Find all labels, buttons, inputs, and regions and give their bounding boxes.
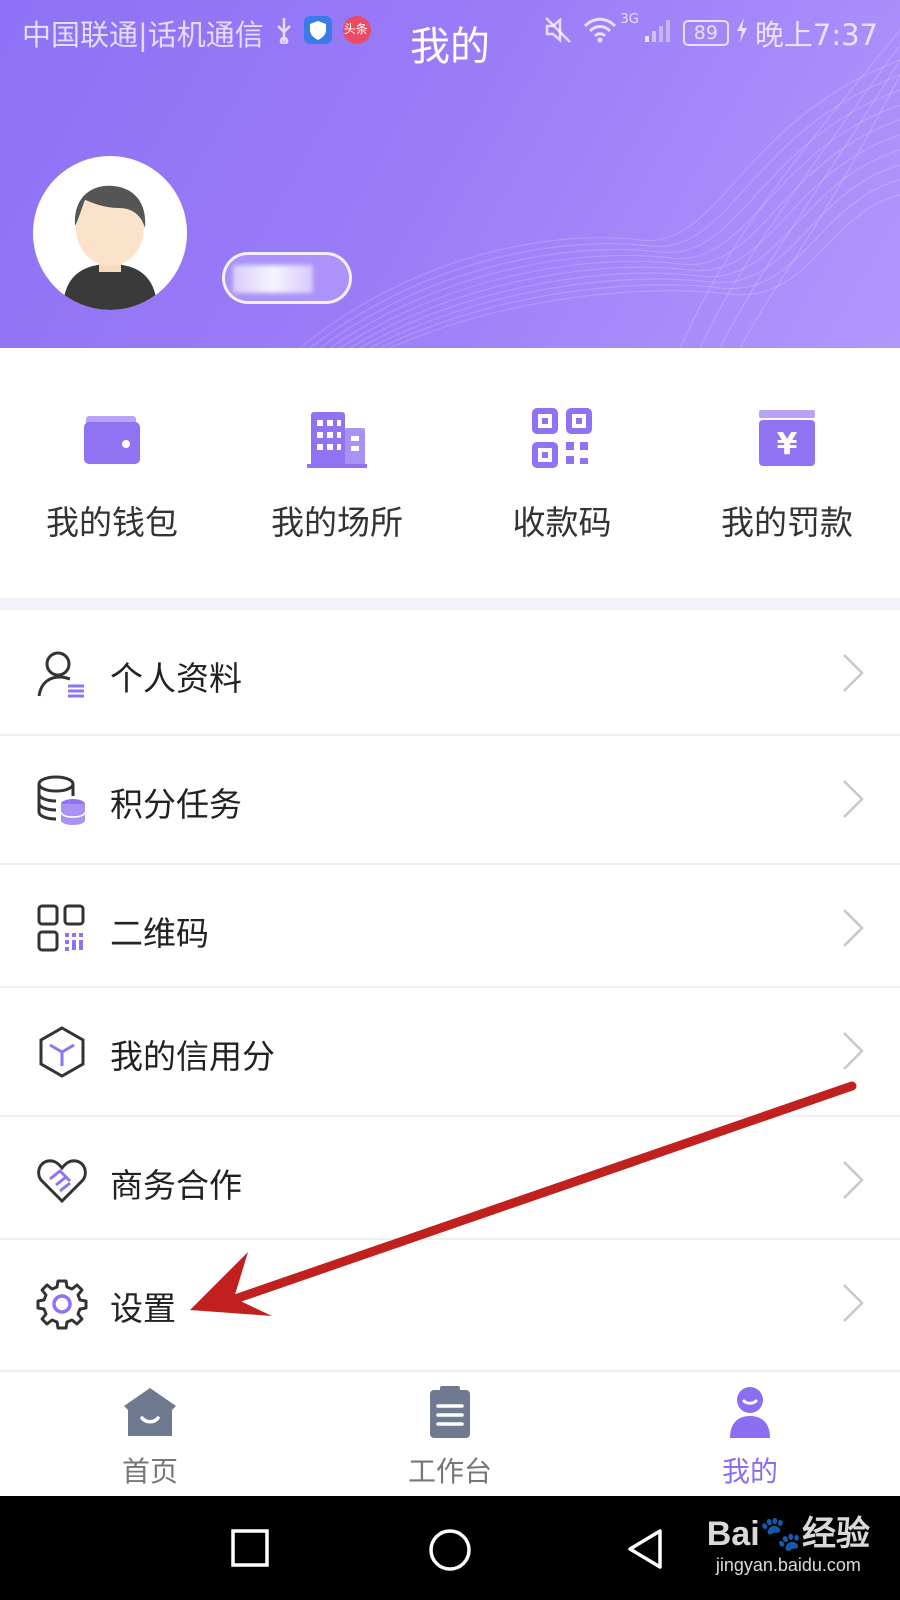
section-divider bbox=[0, 598, 900, 610]
avatar-person-icon bbox=[33, 156, 187, 310]
chevron-right-icon bbox=[843, 1032, 864, 1070]
menu-item-settings[interactable]: 设置 bbox=[0, 1240, 900, 1364]
chevron-right-icon bbox=[843, 909, 864, 947]
person-icon bbox=[730, 1387, 770, 1438]
wallet-icon bbox=[84, 416, 140, 464]
coin-stack-icon bbox=[37, 775, 86, 825]
chevron-right-icon bbox=[843, 1161, 864, 1199]
quick-action-label: 收款码 bbox=[512, 503, 612, 542]
tab-label: 我的 bbox=[721, 1455, 778, 1488]
watermark-main: Bai🐾经验 bbox=[706, 1515, 870, 1553]
chevron-right-icon bbox=[843, 780, 864, 818]
profile-header: 中国联通|话机通信 头条 3G 89 晚上7:37 我的 bbox=[0, 0, 900, 348]
chevron-right-icon bbox=[843, 1284, 864, 1322]
tab-label: 工作台 bbox=[407, 1455, 492, 1488]
menu-item-qr-code[interactable]: 二维码 bbox=[0, 865, 900, 988]
cube-icon bbox=[39, 1026, 85, 1078]
home-icon bbox=[124, 1388, 176, 1436]
avatar[interactable] bbox=[33, 156, 187, 310]
quick-action-label: 我的钱包 bbox=[46, 503, 178, 542]
handshake-heart-icon bbox=[37, 1159, 87, 1204]
page-title: 我的 bbox=[410, 24, 490, 70]
username-field[interactable] bbox=[222, 252, 352, 304]
menu-list: 个人资料 积分任务 二维码 我的信用分 商务合作 设置 bbox=[0, 610, 900, 1364]
quick-action-fines[interactable]: ¥ 我的罚款 bbox=[687, 406, 887, 544]
username-blurred bbox=[233, 265, 313, 293]
menu-item-label: 商务合作 bbox=[110, 1166, 242, 1205]
baidu-watermark: Bai🐾经验 jingyan.baidu.com bbox=[707, 1506, 870, 1576]
quick-action-label: 我的场所 bbox=[271, 503, 403, 542]
bottom-tab-bar: 首页 工作台 我的 bbox=[0, 1370, 900, 1496]
menu-item-label: 二维码 bbox=[110, 914, 209, 953]
quick-action-venue[interactable]: 我的场所 bbox=[237, 406, 437, 544]
chevron-right-icon bbox=[843, 654, 864, 692]
quick-action-wallet[interactable]: 我的钱包 bbox=[12, 406, 212, 544]
menu-item-label: 个人资料 bbox=[110, 659, 242, 698]
home-circle-icon[interactable] bbox=[426, 1526, 474, 1574]
tab-home[interactable]: 首页 bbox=[50, 1384, 250, 1490]
gear-icon bbox=[36, 1279, 88, 1330]
watermark-sub: jingyan.baidu.com bbox=[715, 1555, 861, 1575]
svg-text:¥: ¥ bbox=[777, 427, 798, 462]
recent-apps-icon[interactable] bbox=[228, 1526, 272, 1570]
clipboard-icon bbox=[430, 1386, 470, 1438]
back-triangle-icon[interactable] bbox=[624, 1526, 670, 1572]
tab-workbench[interactable]: 工作台 bbox=[350, 1384, 550, 1490]
yuan-fine-icon: ¥ bbox=[759, 410, 815, 466]
menu-item-label: 积分任务 bbox=[110, 785, 242, 824]
tab-label: 首页 bbox=[121, 1455, 178, 1488]
tab-mine[interactable]: 我的 bbox=[650, 1384, 850, 1490]
menu-item-profile[interactable]: 个人资料 bbox=[0, 610, 900, 736]
quick-action-payment-code[interactable]: 收款码 bbox=[462, 406, 662, 544]
menu-item-label: 我的信用分 bbox=[110, 1037, 275, 1076]
system-navigation-bar: Bai🐾经验 jingyan.baidu.com bbox=[0, 1496, 900, 1600]
qr-code-icon bbox=[532, 408, 592, 468]
building-icon bbox=[307, 412, 367, 468]
qr-grid-icon bbox=[37, 904, 85, 952]
quick-action-label: 我的罚款 bbox=[721, 503, 853, 542]
menu-item-credit-score[interactable]: 我的信用分 bbox=[0, 988, 900, 1117]
menu-item-business-cooperation[interactable]: 商务合作 bbox=[0, 1117, 900, 1240]
menu-item-label: 设置 bbox=[110, 1289, 176, 1328]
menu-item-points-tasks[interactable]: 积分任务 bbox=[0, 736, 900, 865]
quick-actions: 我的钱包 我的场所 收款码 ¥ 我的罚款 bbox=[0, 348, 900, 598]
user-profile-icon bbox=[37, 651, 84, 698]
